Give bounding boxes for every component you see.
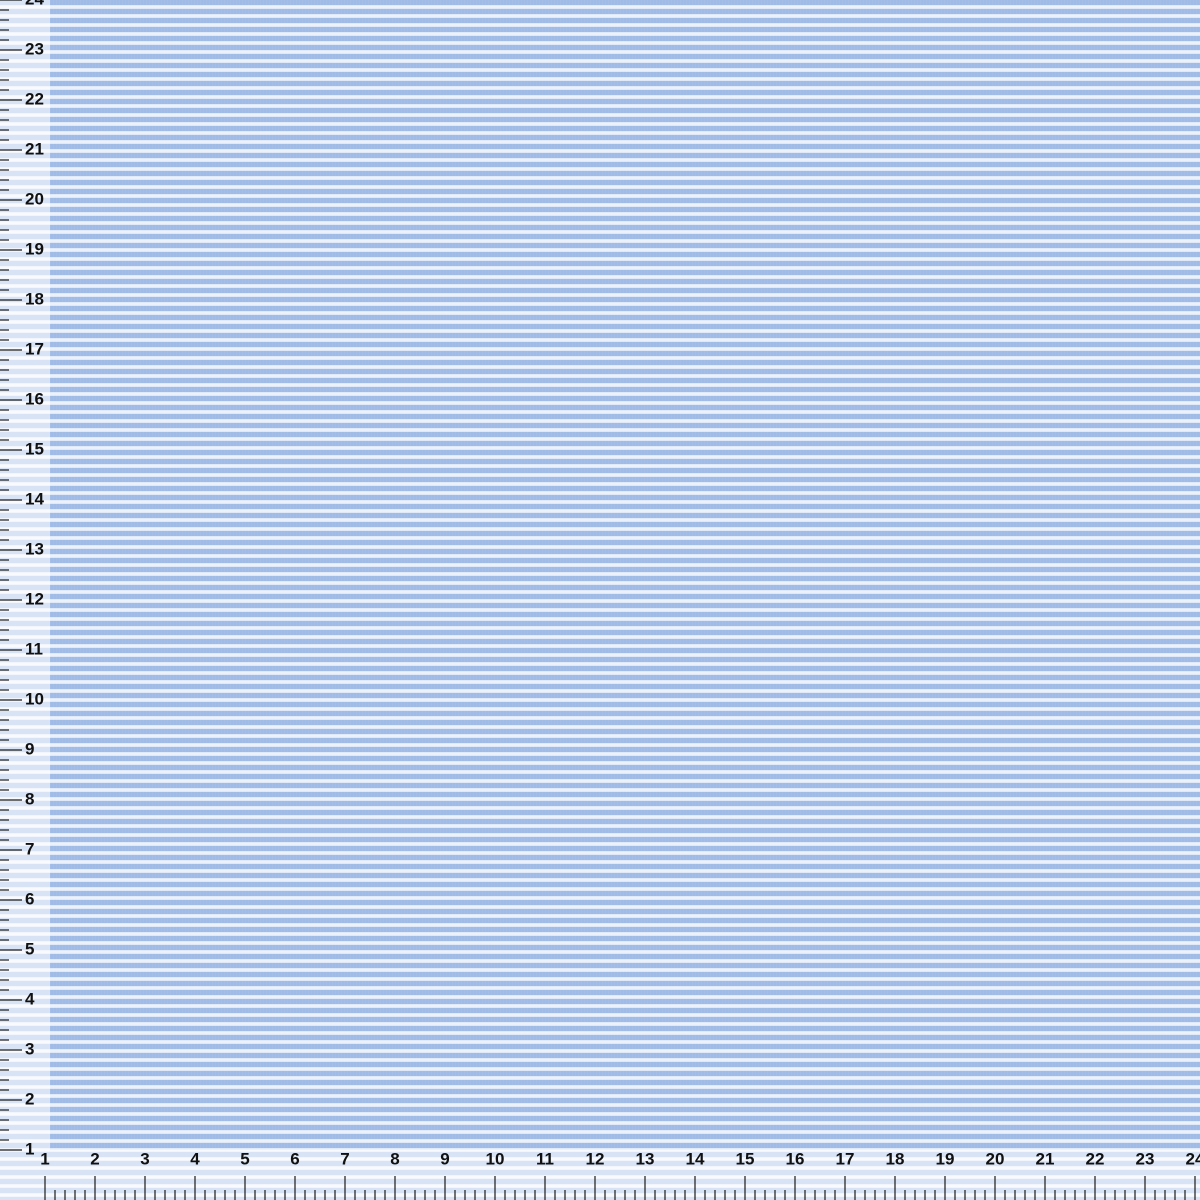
vertical-ruler-label: 19 [25, 239, 44, 258]
vertical-ruler-label: 11 [25, 639, 43, 658]
horizontal-ruler-label: 3 [140, 1149, 149, 1168]
horizontal-ruler-label: 10 [486, 1149, 505, 1168]
horizontal-ruler-label: 21 [1036, 1149, 1055, 1168]
vertical-ruler-label: 16 [25, 389, 44, 408]
horizontal-ruler-label: 23 [1136, 1149, 1155, 1168]
measurement-rulers: 1234567891011121314151617181920212223241… [0, 0, 1200, 1200]
vertical-ruler-label: 14 [25, 489, 44, 508]
horizontal-ruler-label: 18 [886, 1149, 905, 1168]
vertical-ruler-label: 5 [25, 939, 34, 958]
vertical-ruler-label: 21 [25, 139, 44, 158]
horizontal-ruler-label: 14 [686, 1149, 705, 1168]
vertical-ruler-label: 23 [25, 39, 44, 58]
horizontal-ruler-label: 22 [1086, 1149, 1105, 1168]
horizontal-ruler-label: 1 [40, 1149, 49, 1168]
horizontal-ruler-label: 12 [586, 1149, 605, 1168]
horizontal-ruler-label: 20 [986, 1149, 1005, 1168]
horizontal-ruler-label: 8 [390, 1149, 399, 1168]
horizontal-ruler-label: 4 [190, 1149, 200, 1168]
horizontal-ruler-label: 7 [340, 1149, 349, 1168]
vertical-ruler-label: 22 [25, 89, 44, 108]
vertical-ruler-label: 9 [25, 739, 34, 758]
horizontal-ruler-label: 11 [536, 1149, 554, 1168]
vertical-ruler-label: 6 [25, 889, 34, 908]
horizontal-ruler-label: 24 [1186, 1149, 1200, 1168]
horizontal-ruler-label: 2 [90, 1149, 99, 1168]
vertical-ruler-label: 2 [25, 1089, 34, 1108]
vertical-ruler-label: 1 [25, 1139, 34, 1158]
fabric-photo: 1234567891011121314151617181920212223241… [0, 0, 1200, 1200]
vertical-ruler-label: 20 [25, 189, 44, 208]
horizontal-ruler-label: 13 [636, 1149, 655, 1168]
vertical-ruler-label: 15 [25, 439, 44, 458]
vertical-ruler-label: 8 [25, 789, 34, 808]
horizontal-ruler-label: 6 [290, 1149, 299, 1168]
horizontal-ruler-label: 16 [786, 1149, 805, 1168]
horizontal-ruler-label: 5 [240, 1149, 249, 1168]
vertical-ruler-label: 24 [25, 0, 44, 8]
horizontal-ruler-label: 15 [736, 1149, 755, 1168]
vertical-ruler-label: 4 [25, 989, 35, 1008]
horizontal-ruler-label: 9 [440, 1149, 449, 1168]
horizontal-ruler-label: 17 [836, 1149, 855, 1168]
vertical-ruler-label: 17 [25, 339, 44, 358]
vertical-ruler-label: 18 [25, 289, 44, 308]
vertical-ruler-label: 3 [25, 1039, 34, 1058]
vertical-ruler-label: 10 [25, 689, 44, 708]
vertical-ruler-label: 13 [25, 539, 44, 558]
vertical-ruler-label: 12 [25, 589, 44, 608]
vertical-ruler-label: 7 [25, 839, 34, 858]
horizontal-ruler-label: 19 [936, 1149, 955, 1168]
